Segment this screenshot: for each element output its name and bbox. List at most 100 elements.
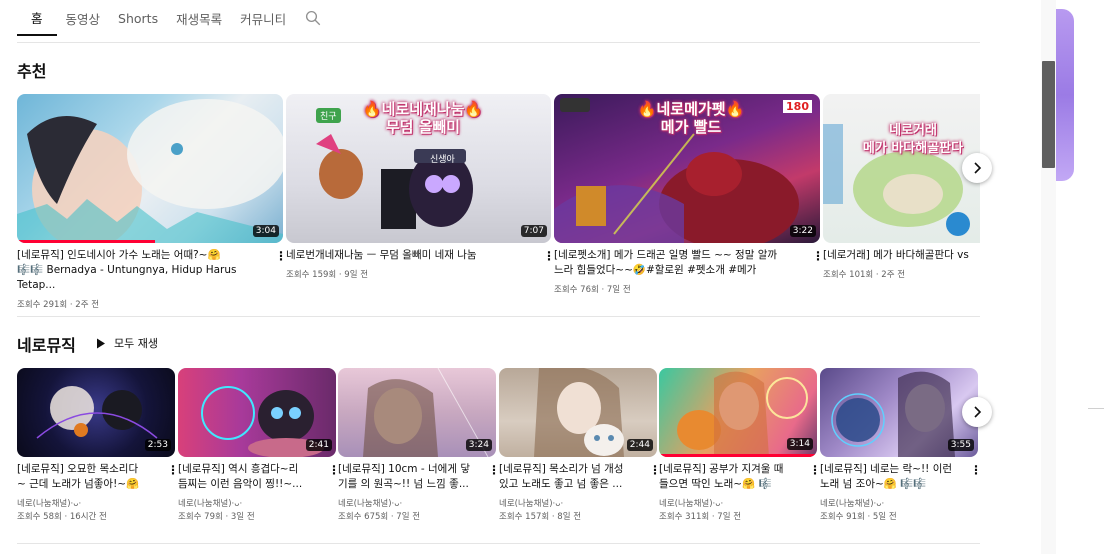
more-options-icon[interactable]: ⋮ <box>809 464 821 476</box>
tab-home[interactable]: 홈 <box>17 0 57 36</box>
video-duration: 2:44 <box>626 439 653 451</box>
more-options-icon[interactable]: ⋮ <box>167 464 179 476</box>
thumbnail-overlay-text: 🔥네로메가펫🔥 메가 빨드 <box>637 100 745 136</box>
video-card[interactable]: 친구 신생아 🔥네로네재나눔🔥 무덤 올빼미 7:07 네로번개네재나눔 ㅡ 무덤… <box>286 94 555 282</box>
scrollbar-thumb[interactable] <box>1042 61 1055 168</box>
tab-playlists[interactable]: 재생목록 <box>167 0 231 36</box>
channel-name[interactable]: 네로(나눔채널)·ᴗ· <box>820 498 978 511</box>
video-thumbnail[interactable]: 2:53 <box>17 368 175 457</box>
tab-community[interactable]: 커뮤니티 <box>231 0 295 36</box>
more-options-icon[interactable]: ⋮ <box>488 464 500 476</box>
channel-name[interactable]: 네로(나눔채널)·ᴗ· <box>659 498 817 511</box>
video-meta: 조회수 675회 · 7일 전 <box>338 512 421 522</box>
channel-name[interactable]: 네로(나눔채널)·ᴗ· <box>338 498 496 511</box>
tabs-divider <box>17 42 980 43</box>
video-thumbnail[interactable]: 친구 신생아 🔥네로네재나눔🔥 무덤 올빼미 7:07 <box>286 94 551 243</box>
video-card[interactable]: 2:41 [네로뮤직] 역시 흥겹다~리 듬찌는 이런 음악이 찡!!~... … <box>178 368 340 524</box>
video-card[interactable]: 2:44 [네로뮤직] 목소리가 넘 개성 있고 노래도 좋고 넘 좋은 ...… <box>499 368 661 524</box>
video-title-line2: ~ 근데 노래가 넘좋아!~🤗 <box>17 478 140 490</box>
video-title[interactable]: [네로뮤직] 네로는 락~!! 이런 노래 넘 조아~🤗 🎼🎼 <box>820 462 978 492</box>
section-title-recommended: 추천 <box>17 62 47 81</box>
video-title[interactable]: [네로거래] 메가 바다해골판다 vs <box>823 248 980 263</box>
video-meta: 조회수 101회 · 2주 전 <box>823 270 906 280</box>
video-card[interactable]: 3:24 [네로뮤직] 10cm - 너에게 닿 기를 의 원곡~!! 넘 느낌… <box>338 368 500 524</box>
channel-name[interactable]: 네로(나눔채널)·ᴗ· <box>499 498 657 511</box>
more-options-icon[interactable]: ⋮ <box>649 464 661 476</box>
video-card[interactable]: 🔥네로메가펫🔥 메가 빨드 180 3:22 [네로펫소개] 메가 드래곤 일명 … <box>554 94 824 297</box>
video-title[interactable]: [네로펫소개] 메가 드래곤 일명 빨드 ~~ 정말 알까 느라 힘들었다~~🤣… <box>554 248 820 278</box>
video-meta: 조회수 79회 · 3일 전 <box>178 512 255 522</box>
video-meta: 조회수 91회 · 5일 전 <box>820 512 897 522</box>
thumbnail-overlay-text: 네로거래 메가 바다해골판다 <box>862 123 964 156</box>
video-thumbnail[interactable]: 3:55 <box>820 368 978 457</box>
menu-icon <box>560 98 590 112</box>
counter-badge: 180 <box>783 100 812 113</box>
chevron-right-icon <box>974 406 982 418</box>
video-thumbnail[interactable]: 2:44 <box>499 368 657 457</box>
video-title-line1: [네로뮤직] 오묘한 목소리다 <box>17 463 139 475</box>
video-card[interactable]: 3:04 [네로뮤직] 인도네시아 가수 노래는 어때?~🤗 🎼🎼 Bernad… <box>17 94 287 312</box>
video-duration: 3:24 <box>465 439 492 451</box>
more-options-icon[interactable]: ⋮ <box>970 464 982 476</box>
more-options-icon[interactable]: ⋮ <box>275 250 287 262</box>
video-card[interactable]: 3:14 [네로뮤직] 공부가 지겨울 때 들으면 딱인 노래~🤗 🎼 ⋮ 네로… <box>659 368 821 524</box>
video-title[interactable]: [네로뮤직] 인도네시아 가수 노래는 어때?~🤗 🎼🎼 Bernadya - … <box>17 248 283 293</box>
video-thumbnail[interactable]: 3:04 <box>17 94 283 243</box>
video-thumbnail[interactable]: 2:41 <box>178 368 336 457</box>
search-icon[interactable] <box>295 0 331 36</box>
video-thumbnail[interactable]: 네로거래 메가 바다해골판다 <box>823 94 980 243</box>
video-title[interactable]: [네로뮤직] 오묘한 목소리다 ~ 근데 노래가 넘좋아!~🤗 <box>17 462 175 492</box>
video-title[interactable]: [네로뮤직] 10cm - 너에게 닿 기를 의 원곡~!! 넘 느낌 좋... <box>338 462 496 492</box>
video-title-line2: 기를 의 원곡~!! 넘 느낌 좋... <box>338 478 469 490</box>
video-duration: 3:04 <box>252 225 279 237</box>
video-meta: 조회수 291회 · 2주 전 <box>17 300 100 310</box>
channel-name[interactable]: 네로(나눔채널)·ᴗ· <box>17 498 175 511</box>
play-all-button[interactable]: 모두 재생 <box>96 335 158 351</box>
video-title-line1: [네로뮤직] 공부가 지겨울 때 <box>659 463 784 475</box>
more-options-icon[interactable]: ⋮ <box>543 250 555 262</box>
thumbnail-overlay-text: 🔥네로네재나눔🔥 무덤 올빼미 <box>362 100 484 136</box>
video-card[interactable]: 네로거래 메가 바다해골판다 [네로거래] 메가 바다해골판다 vs 조회수 10… <box>823 94 980 282</box>
video-card[interactable]: 2:53 [네로뮤직] 오묘한 목소리다 ~ 근데 노래가 넘좋아!~🤗 ⋮ 네… <box>17 368 179 524</box>
video-meta: 조회수 311회 · 7일 전 <box>659 512 742 522</box>
video-title[interactable]: [네로뮤직] 공부가 지겨울 때 들으면 딱인 노래~🤗 🎼 <box>659 462 817 492</box>
video-title-line1: [네로뮤직] 인도네시아 가수 노래는 어때?~🤗 <box>17 249 221 261</box>
side-banner <box>1056 9 1074 181</box>
video-thumbnail[interactable]: 🔥네로메가펫🔥 메가 빨드 180 3:22 <box>554 94 820 243</box>
video-title-line2: 느라 힘들었다~~🤣#할로윈 #펫소개 #메가 <box>554 264 757 276</box>
section-divider <box>17 543 980 544</box>
video-meta: 조회수 58회 · 16시간 전 <box>17 512 107 522</box>
video-title[interactable]: [네로뮤직] 역시 흥겹다~리 듬찌는 이런 음악이 찡!!~... <box>178 462 336 492</box>
video-title-line2: 노래 넘 조아~🤗 🎼🎼 <box>820 478 927 490</box>
video-title-line1: 네로번개네재나눔 ㅡ 무덤 올빼미 네재 나눔 <box>286 249 477 261</box>
video-title-line2: 들으면 딱인 노래~🤗 🎼 <box>659 478 772 490</box>
more-options-icon[interactable]: ⋮ <box>328 464 340 476</box>
video-title[interactable]: 네로번개네재나눔 ㅡ 무덤 올빼미 네재 나눔 <box>286 248 551 263</box>
channel-tabs: 홈 동영상 Shorts 재생목록 커뮤니티 <box>17 0 331 36</box>
video-thumbnail[interactable]: 3:24 <box>338 368 496 457</box>
play-all-label: 모두 재생 <box>114 337 158 350</box>
video-title[interactable]: [네로뮤직] 목소리가 넘 개성 있고 노래도 좋고 넘 좋은 ... <box>499 462 657 492</box>
video-duration: 3:22 <box>789 225 816 237</box>
more-options-icon[interactable]: ⋮ <box>812 250 824 262</box>
channel-name[interactable]: 네로(나눔채널)·ᴗ· <box>178 498 336 511</box>
video-title-line2: 🎼🎼 Bernadya - Untungnya, Hidup Harus Tet… <box>17 264 237 291</box>
chevron-right-icon <box>974 162 982 174</box>
video-card[interactable]: 3:55 [네로뮤직] 네로는 락~!! 이런 노래 넘 조아~🤗 🎼🎼 ⋮ 네… <box>820 368 982 524</box>
video-duration: 2:53 <box>144 439 171 451</box>
video-title-line1: [네로뮤직] 10cm - 너에게 닿 <box>338 463 470 475</box>
video-title-line2: 있고 노래도 좋고 넘 좋은 ... <box>499 478 623 490</box>
carousel-next-button[interactable] <box>962 153 992 183</box>
video-duration: 3:55 <box>947 439 974 451</box>
tab-shorts[interactable]: Shorts <box>109 0 167 36</box>
tab-videos[interactable]: 동영상 <box>57 0 110 36</box>
newborn-tag: 신생아 <box>430 155 455 165</box>
side-divider <box>1088 408 1104 409</box>
video-duration: 7:07 <box>520 225 547 237</box>
friend-tag: 친구 <box>316 108 341 123</box>
section-title-playlist: 네로뮤직 <box>17 336 76 355</box>
video-thumbnail[interactable]: 3:14 <box>659 368 817 457</box>
video-duration: 2:41 <box>305 439 332 451</box>
video-meta: 조회수 76회 · 7일 전 <box>554 285 631 295</box>
carousel-next-button[interactable] <box>962 397 992 427</box>
